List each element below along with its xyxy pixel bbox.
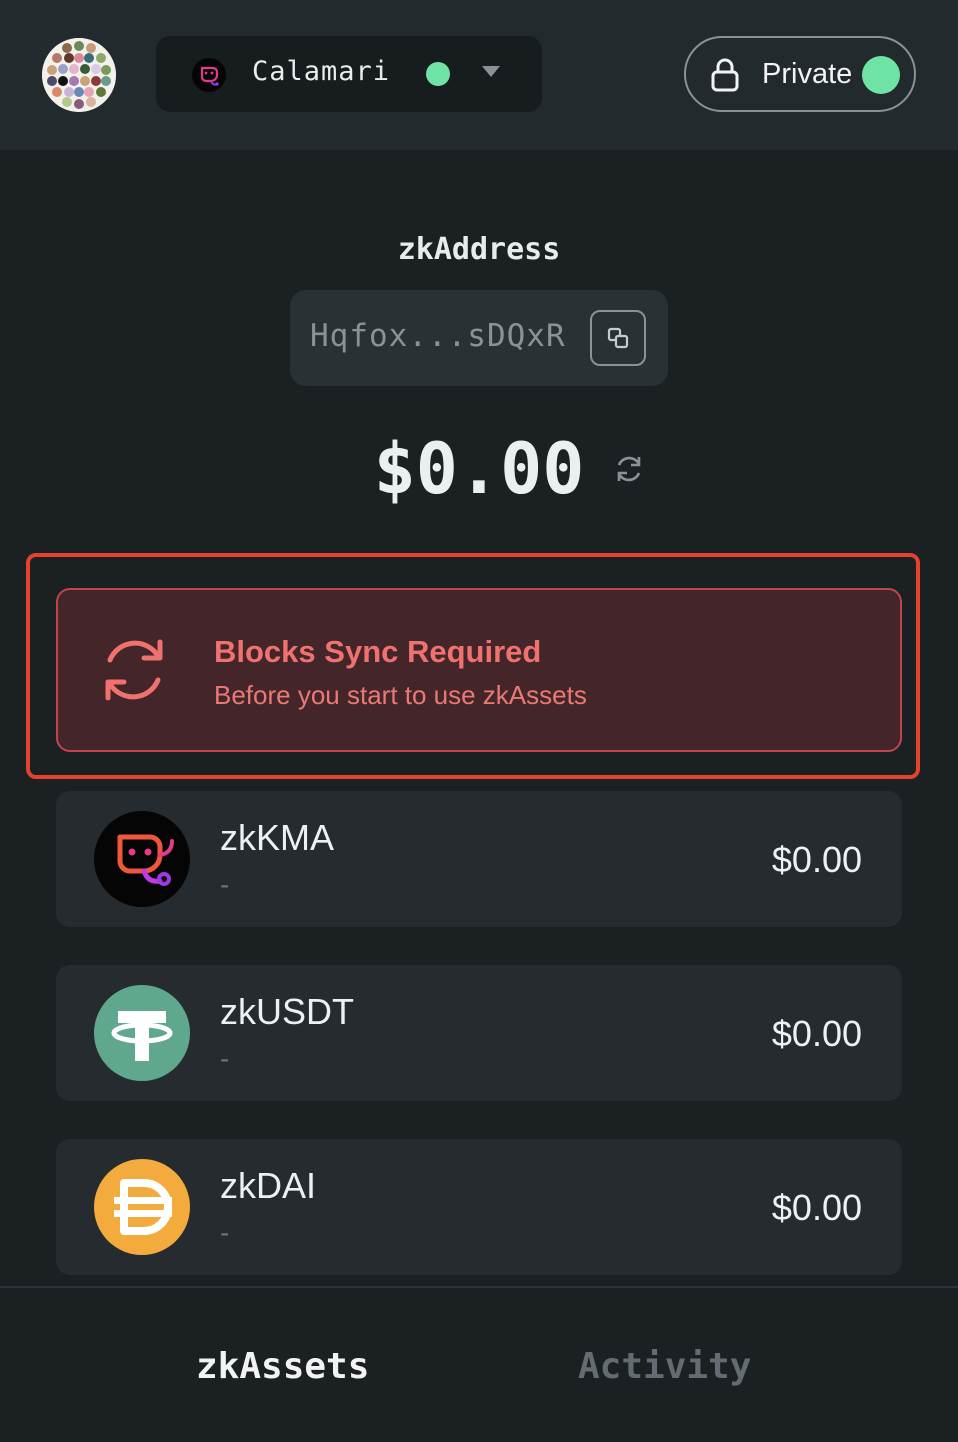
sync-title: Blocks Sync Required (214, 634, 542, 669)
zk-address: Hqfox...sDQxR (310, 318, 566, 354)
asset-value: $0.00 (771, 839, 862, 880)
copy-address-button[interactable] (590, 310, 646, 366)
network-status-dot (426, 62, 450, 86)
address-box: Hqfox...sDQxR (290, 290, 668, 386)
total-balance: $0.00 (373, 428, 585, 510)
dai-logo-icon (94, 1159, 190, 1255)
asset-symbol: zkKMA (220, 817, 335, 858)
asset-row-zkusdt[interactable]: zkUSDT - $0.00 (56, 965, 902, 1101)
bottom-tab-bar: zkAssets Activity (0, 1286, 958, 1442)
asset-amount: - (220, 869, 230, 900)
tab-activity[interactable]: Activity (578, 1346, 751, 1387)
refresh-balance-icon[interactable] (612, 452, 646, 486)
private-mode-label: Private (762, 58, 853, 90)
sync-icon (105, 639, 163, 701)
lock-icon (711, 58, 739, 92)
network-name: Calamari (252, 56, 391, 87)
avatar-identicon-icon (42, 38, 116, 112)
asset-symbol: zkDAI (220, 1165, 317, 1206)
network-selector[interactable]: Calamari (156, 36, 542, 112)
sync-subtitle: Before you start to use zkAssets (214, 680, 587, 710)
usdt-logo-icon (94, 985, 190, 1081)
asset-amount: - (220, 1043, 230, 1074)
asset-symbol: zkUSDT (220, 991, 354, 1032)
top-bar: Calamari Private (0, 0, 958, 150)
sync-required-banner[interactable]: Blocks Sync Required Before you start to… (56, 588, 902, 752)
kma-logo-icon (94, 811, 190, 907)
asset-row-zkdai[interactable]: zkDAI - $0.00 (56, 1139, 902, 1275)
account-avatar[interactable] (42, 38, 116, 112)
zkaddress-label: zkAddress (397, 232, 561, 267)
chevron-down-icon (482, 66, 500, 77)
asset-value: $0.00 (771, 1187, 862, 1228)
private-mode-toggle[interactable]: Private (684, 36, 916, 112)
tab-zkassets[interactable]: zkAssets (196, 1346, 369, 1387)
asset-value: $0.00 (771, 1013, 862, 1054)
asset-amount: - (220, 1217, 230, 1248)
calamari-logo-icon (192, 58, 226, 92)
asset-row-zkkma[interactable]: zkKMA - $0.00 (56, 791, 902, 927)
copy-icon (607, 327, 629, 349)
toggle-knob (862, 56, 900, 94)
